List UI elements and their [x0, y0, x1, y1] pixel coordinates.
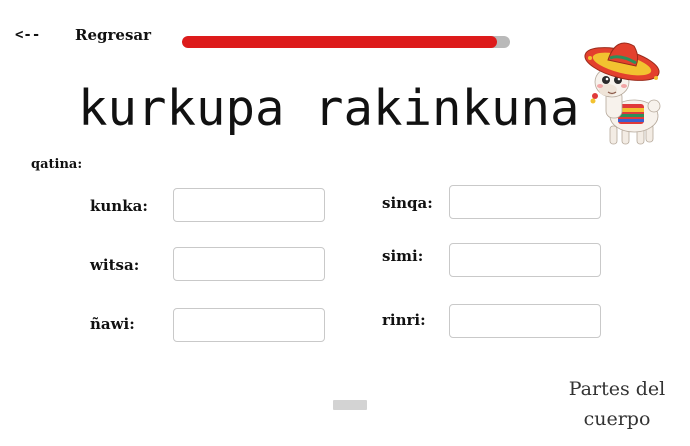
back-button[interactable]: Regresar: [75, 26, 151, 44]
nawi-input[interactable]: [173, 308, 325, 342]
witsa-label: witsa:: [90, 256, 140, 274]
kunka-label: kunka:: [90, 197, 148, 215]
sinqa-label: sinqa:: [382, 194, 433, 212]
rinri-label: rinri:: [382, 311, 426, 329]
llama-with-sombrero-icon: [584, 42, 661, 145]
page-title: kurkupa rakinkuna: [78, 80, 580, 137]
section-label: qatina:: [31, 157, 83, 172]
witsa-input[interactable]: [173, 247, 325, 281]
nawi-label: ñawi:: [90, 315, 135, 333]
rinri-input[interactable]: [449, 304, 601, 338]
back-arrow-icon[interactable]: <--: [15, 27, 40, 43]
kunka-input[interactable]: [173, 188, 325, 222]
sinqa-input[interactable]: [449, 185, 601, 219]
simi-input[interactable]: [449, 243, 601, 277]
simi-label: simi:: [382, 247, 424, 265]
progress-bar: [182, 36, 510, 48]
progress-fill: [182, 36, 497, 48]
caption-text: Partes del cuerpo: [568, 378, 666, 430]
drag-handle[interactable]: [333, 400, 367, 410]
